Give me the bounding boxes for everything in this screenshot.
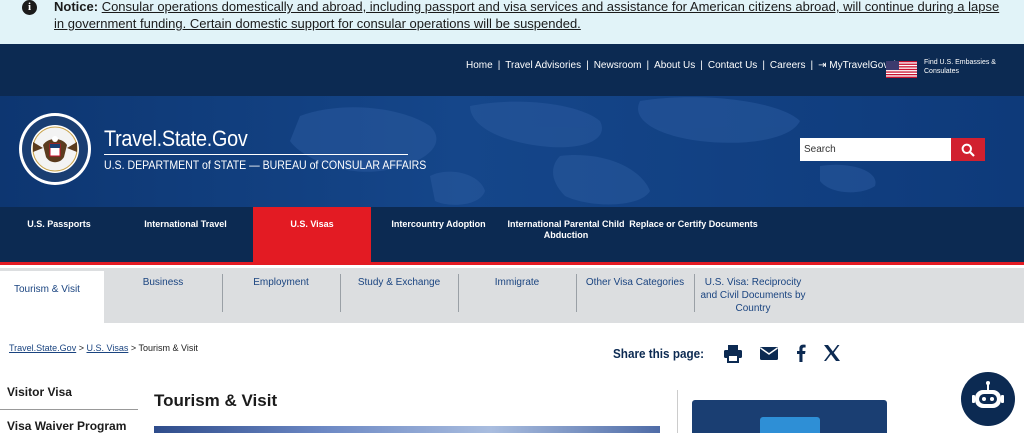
title-divider [104, 154, 408, 155]
x-twitter-icon[interactable] [822, 343, 842, 363]
separator: | [586, 60, 589, 71]
notice-banner: i Notice: Consular operations domestical… [0, 0, 1024, 44]
notice-link[interactable]: Consular operations domestically and abr… [54, 0, 999, 31]
site-title[interactable]: Travel.State.Gov [104, 126, 248, 152]
info-icon: i [22, 0, 37, 15]
utility-link-about-us[interactable]: About Us [654, 60, 695, 71]
search-input[interactable] [800, 138, 951, 161]
sidebar-link-visitor-visa[interactable]: Visitor Visa [7, 385, 72, 399]
nav-international-travel[interactable]: International Travel [118, 207, 253, 262]
separator: | [810, 60, 814, 71]
search-icon [961, 143, 975, 157]
sidebar-link-visa-waiver[interactable]: Visa Waiver Program [7, 419, 126, 433]
nav-replace-certify-documents[interactable]: Replace or Certify Documents [626, 207, 761, 262]
sidebar-divider [0, 409, 138, 410]
hero-image [154, 426, 660, 433]
email-icon[interactable] [759, 343, 779, 363]
site-subtitle: U.S. DEPARTMENT of STATE — BUREAU of CON… [104, 158, 427, 172]
nav-intercountry-adoption[interactable]: Intercountry Adoption [371, 207, 506, 262]
utility-link-mytravelgov[interactable]: ⇥ MyTravelGov [818, 60, 888, 71]
subnav-employment[interactable]: Employment [222, 268, 340, 323]
us-flag-icon[interactable] [886, 61, 917, 78]
mytravelgov-label: MyTravelGov [829, 60, 889, 71]
robot-icon [972, 381, 1004, 408]
separator: | [646, 60, 650, 71]
department-of-state-seal[interactable] [18, 112, 92, 186]
subnav-tourism-visit[interactable]: Tourism & Visit [0, 268, 104, 323]
promo-graphic [760, 417, 820, 433]
promo-card[interactable] [692, 400, 887, 433]
sub-nav: Tourism & Visit Business Employment Stud… [0, 268, 1024, 323]
main-nav: U.S. Passports International Travel U.S.… [0, 207, 1024, 265]
page-title: Tourism & Visit [154, 391, 278, 410]
utility-bar: Home | Travel Advisories | Newsroom | Ab… [0, 44, 1024, 96]
subnav-reciprocity[interactable]: U.S. Visa: Reciprocity and Civil Documen… [694, 268, 812, 323]
nav-us-passports[interactable]: U.S. Passports [0, 207, 118, 262]
utility-link-careers[interactable]: Careers [770, 60, 806, 71]
breadcrumb-link-us-visas[interactable]: U.S. Visas [87, 343, 129, 353]
breadcrumb-link-home[interactable]: Travel.State.Gov [9, 343, 76, 353]
breadcrumb-separator: > [78, 343, 84, 353]
subnav-study-exchange[interactable]: Study & Exchange [340, 268, 458, 323]
separator: | [762, 60, 765, 71]
separator: | [497, 60, 501, 71]
share-label: Share this page: [613, 346, 705, 361]
chatbot-button[interactable] [961, 372, 1015, 426]
notice-text: Notice: Consular operations domestically… [54, 0, 1004, 32]
utility-link-contact-us[interactable]: Contact Us [708, 60, 757, 71]
utility-link-newsroom[interactable]: Newsroom [594, 60, 642, 71]
nav-us-visas[interactable]: U.S. Visas [253, 207, 371, 262]
search-button[interactable] [951, 138, 985, 161]
content-divider [677, 390, 678, 433]
site-header: Travel.State.Gov U.S. DEPARTMENT of STAT… [0, 96, 1024, 208]
breadcrumb: Travel.State.Gov > U.S. Visas > Tourism … [9, 343, 198, 353]
utility-link-home[interactable]: Home [466, 60, 493, 71]
embassy-finder-link[interactable]: Find U.S. Embassies & Consulates [924, 58, 1014, 76]
utility-nav: Home | Travel Advisories | Newsroom | Ab… [466, 60, 901, 71]
subnav-other-visa-categories[interactable]: Other Visa Categories [576, 268, 694, 323]
breadcrumb-separator: > [130, 343, 137, 353]
sign-in-icon: ⇥ [818, 60, 827, 71]
facebook-icon[interactable] [791, 343, 811, 363]
breadcrumb-current: Tourism & Visit [138, 343, 198, 353]
subnav-business[interactable]: Business [104, 268, 222, 323]
utility-link-travel-advisories[interactable]: Travel Advisories [505, 60, 581, 71]
print-icon[interactable] [723, 343, 743, 363]
nav-parental-child-abduction[interactable]: International Parental Child Abduction [506, 207, 626, 262]
subnav-immigrate[interactable]: Immigrate [458, 268, 576, 323]
notice-label: Notice: [54, 0, 99, 14]
separator: | [700, 60, 703, 71]
